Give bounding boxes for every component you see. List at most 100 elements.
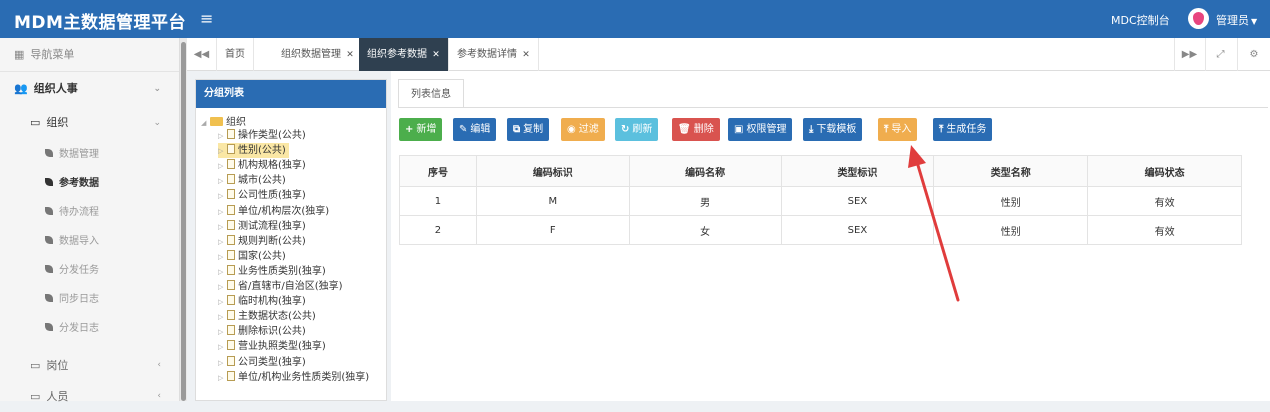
toolbar-button-6[interactable]: ▣ 权限管理 [728, 118, 793, 141]
expand-triangle-icon[interactable]: ▷ [218, 235, 227, 250]
console-link[interactable]: MDC控制台 [1111, 12, 1170, 28]
toolbar-button-4[interactable]: ↻ 刷新 [615, 118, 659, 141]
expand-triangle-icon[interactable]: ▷ [218, 280, 227, 295]
sidebar-item-label: 岗位 [46, 359, 69, 372]
toolbar-button-1[interactable]: ✎ 编辑 [453, 118, 497, 141]
expand-triangle-icon[interactable]: ▷ [218, 144, 227, 159]
tree-node[interactable]: ▷ 省/直辖市/自治区(独享) [218, 279, 346, 294]
scroll-tabs-right-icon[interactable]: ▶▶ [1174, 38, 1204, 71]
expand-triangle-icon[interactable]: ▷ [218, 189, 227, 204]
expand-triangle-icon[interactable]: ▷ [218, 340, 227, 355]
leaf-icon [45, 207, 53, 215]
table-row[interactable]: 2 F 女 SEX 性别 有效 [399, 215, 1242, 245]
menu-toggle-icon[interactable]: ≡ [200, 9, 213, 28]
sidebar-item-reference-data[interactable]: 参考数据 [0, 169, 179, 198]
tab-label: 参考数据详情 [457, 49, 517, 60]
expand-triangle-icon[interactable]: ▷ [218, 159, 227, 174]
tree-node[interactable]: ▷ 测试流程(独享) [218, 219, 309, 234]
tree-node-label: 营业执照类型(独享) [238, 341, 326, 353]
tree-node[interactable]: ▷ 业务性质类别(独享) [218, 264, 329, 279]
toolbar-button-5[interactable]: 🗑 删除 [672, 118, 720, 141]
tree-node[interactable]: ▷ 主数据状态(公共) [218, 309, 319, 324]
button-label: 删除 [693, 124, 714, 135]
close-icon[interactable]: ✕ [522, 50, 530, 60]
close-icon[interactable]: ✕ [432, 50, 440, 60]
tree-root[interactable]: ◢ 组织 [201, 113, 246, 128]
chevron-down-icon: ▼ [1251, 17, 1258, 26]
column-header[interactable]: 类型标识 [780, 155, 935, 187]
tree-node[interactable]: ▷ 临时机构(独享) [218, 294, 309, 309]
column-header[interactable]: 序号 [399, 155, 477, 187]
expand-triangle-icon[interactable]: ▷ [218, 250, 227, 265]
expand-triangle-icon[interactable]: ▷ [218, 295, 227, 310]
expand-triangle-icon[interactable]: ◢ [201, 119, 210, 127]
expand-triangle-icon[interactable]: ▷ [218, 356, 227, 371]
tab-divider [398, 107, 1268, 108]
tree-node[interactable]: ▷ 机构规格(独享) [218, 158, 309, 173]
tree-node[interactable]: ▷ 单位/机构业务性质类别(独享) [218, 370, 372, 385]
sidebar-sub-org[interactable]: ▭ 组织 ⌄ [0, 106, 179, 140]
sidebar-item-data-management[interactable]: 数据管理 [0, 140, 179, 169]
tree-node[interactable]: ▷ 规则判断(公共) [218, 234, 309, 249]
toolbar-button-2[interactable]: ⧉ 复制 [507, 118, 550, 141]
expand-triangle-icon[interactable]: ▷ [218, 265, 227, 280]
expand-triangle-icon[interactable]: ▷ [218, 371, 227, 386]
fullscreen-icon[interactable]: ⤢ [1205, 38, 1235, 71]
folder-icon: ▭ [30, 116, 41, 129]
sidebar-item-position[interactable]: ▭ 岗位 ‹ [0, 350, 179, 381]
column-header[interactable]: 编码名称 [628, 155, 782, 187]
tree-node[interactable]: ▷ 单位/机构层次(独享) [218, 204, 332, 219]
scroll-tabs-left-icon[interactable]: ◀◀ [187, 38, 217, 71]
table-cell: F [475, 215, 630, 245]
sidebar-item-dispatch-task[interactable]: 分发任务 [0, 256, 179, 285]
folder-icon: ▭ [30, 359, 41, 372]
sidebar-item-dispatch-log[interactable]: 分发日志 [0, 314, 179, 343]
button-label: 复制 [523, 124, 544, 135]
expand-triangle-icon[interactable]: ▷ [218, 129, 227, 144]
tree-node-label: 测试流程(独享) [238, 220, 306, 232]
tab-bar: ◀◀ 首页 组织数据管理 ✕ 组织参考数据 ✕ 参考数据详情 ✕ ▶▶ ⤢ ⚙ [187, 38, 1270, 71]
expand-triangle-icon[interactable]: ▷ [218, 220, 227, 235]
table-row[interactable]: 1 M 男 SEX 性别 有效 [399, 186, 1242, 216]
sidebar-item-sync-log[interactable]: 同步日志 [0, 285, 179, 314]
sidebar-item-data-import[interactable]: 数据导入 [0, 227, 179, 256]
close-icon[interactable]: ✕ [346, 50, 354, 60]
tab-org-reference-data[interactable]: 组织参考数据 ✕ [359, 38, 449, 71]
table-cell: 性别 [933, 215, 1089, 245]
tree-node[interactable]: ▷ 营业执照类型(独享) [218, 339, 329, 354]
app-title: MDM主数据管理平台 [14, 13, 186, 33]
tree-node[interactable]: ▷ 删除标识(公共) [218, 324, 309, 339]
sidebar-item-personnel[interactable]: ▭ 人员 ‹ [0, 381, 179, 412]
column-header[interactable]: 编码标识 [475, 155, 630, 187]
expand-triangle-icon[interactable]: ▷ [218, 205, 227, 220]
sidebar-item-pending-flow[interactable]: 待办流程 [0, 198, 179, 227]
column-header[interactable]: 类型名称 [933, 155, 1089, 187]
tree-node[interactable]: ▷ 城市(公共) [218, 173, 289, 188]
toolbar-button-3[interactable]: ◉ 过滤 [561, 118, 605, 141]
tab-home[interactable]: 首页 [217, 38, 254, 71]
sidebar-scrollbar-thumb[interactable] [181, 42, 186, 401]
sidebar-sub-label: 组织 [46, 116, 69, 129]
tree-node[interactable]: ▷ 操作类型(公共) [218, 128, 309, 143]
tree-node[interactable]: ▷ 公司类型(独享) [218, 355, 309, 370]
sidebar-group-org-hr[interactable]: 👥 组织人事 ⌄ [0, 72, 179, 106]
tab-org-data-management[interactable]: 组织数据管理 ✕ [273, 38, 363, 71]
column-header[interactable]: 编码状态 [1087, 155, 1242, 187]
gear-icon[interactable]: ⚙ [1237, 38, 1270, 71]
tab-reference-data-detail[interactable]: 参考数据详情 ✕ [449, 38, 539, 71]
tree-node[interactable]: ▷ 公司性质(独享) [218, 188, 309, 203]
toolbar-button-0[interactable]: + 新增 [399, 118, 443, 141]
tree-node[interactable]: ▷ 国家(公共) [218, 249, 289, 264]
table-header-row: 序号 编码标识 编码名称 类型标识 类型名称 编码状态 [399, 155, 1242, 187]
expand-triangle-icon[interactable]: ▷ [218, 310, 227, 325]
toolbar-button-7[interactable]: ⤓ 下载模板 [803, 118, 863, 141]
tree-node[interactable]: ▷ 性别(公共) [218, 143, 289, 159]
tab-list-info[interactable]: 列表信息 [398, 79, 464, 108]
toolbar-button-8[interactable]: ⤒ 导入 [878, 118, 918, 141]
toolbar-button-9[interactable]: ⤒ 生成任务 [933, 118, 993, 141]
avatar[interactable] [1188, 8, 1209, 29]
expand-triangle-icon[interactable]: ▷ [218, 174, 227, 189]
user-menu[interactable]: 管理员 ▼ [1216, 12, 1257, 28]
table-cell: 2 [399, 215, 477, 245]
expand-triangle-icon[interactable]: ▷ [218, 325, 227, 340]
